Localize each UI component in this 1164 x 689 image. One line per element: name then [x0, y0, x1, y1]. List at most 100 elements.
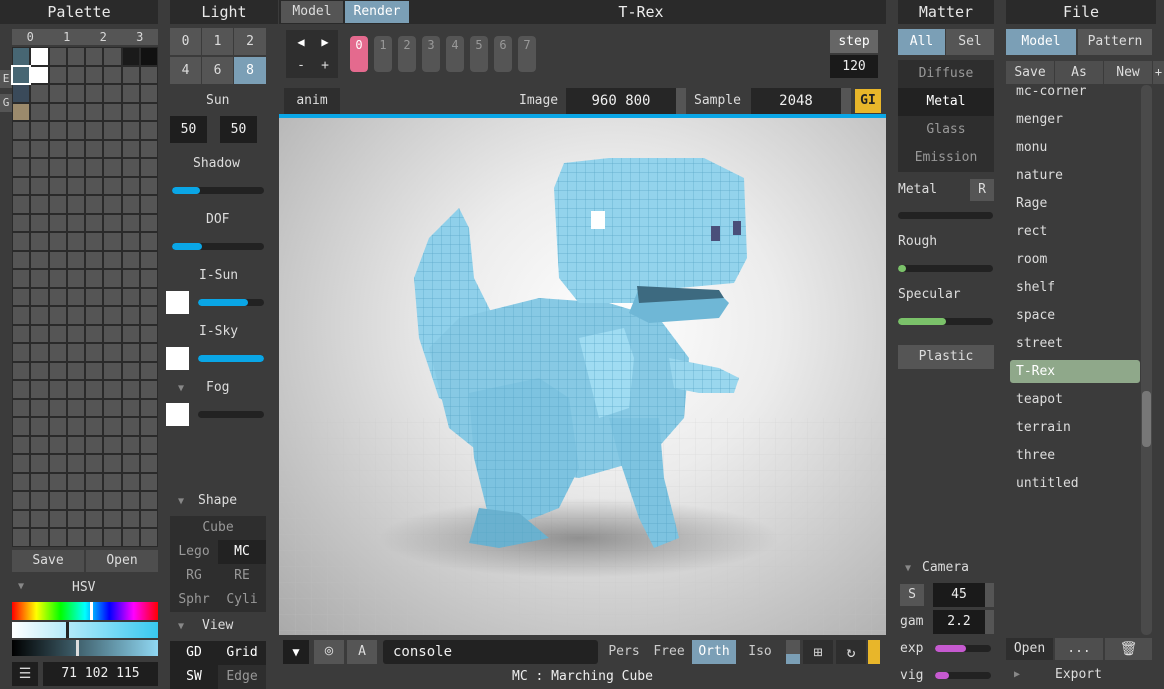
- file-model-tab[interactable]: Model: [1006, 29, 1076, 55]
- add-frame-button[interactable]: +: [315, 56, 335, 76]
- palette-swatch[interactable]: [122, 48, 139, 65]
- palette-swatch[interactable]: [140, 307, 157, 324]
- palette-swatch[interactable]: [13, 122, 30, 139]
- step-button[interactable]: step: [830, 30, 878, 53]
- palette-swatch[interactable]: [86, 362, 103, 379]
- frame-chip-5[interactable]: 5: [470, 36, 488, 72]
- palette-swatch[interactable]: [104, 399, 121, 416]
- palette-swatch[interactable]: [140, 473, 157, 490]
- file-more-button[interactable]: ...: [1055, 638, 1103, 660]
- palette-swatch[interactable]: [140, 196, 157, 213]
- palette-swatch[interactable]: [67, 381, 84, 398]
- palette-swatch[interactable]: [31, 103, 48, 120]
- palette-swatch[interactable]: [67, 455, 84, 472]
- palette-swatch[interactable]: [122, 159, 139, 176]
- palette-swatch[interactable]: [49, 455, 66, 472]
- palette-swatch[interactable]: [104, 381, 121, 398]
- palette-grid[interactable]: [10, 47, 158, 547]
- file-list-item[interactable]: mc-corner: [1006, 85, 1140, 106]
- console-input[interactable]: console: [383, 640, 598, 664]
- palette-swatch[interactable]: [86, 455, 103, 472]
- palette-swatch[interactable]: [13, 473, 30, 490]
- palette-swatch[interactable]: [140, 325, 157, 342]
- sun-a-field[interactable]: 50: [170, 116, 207, 143]
- fog-collapse-icon[interactable]: ▼: [178, 383, 184, 394]
- palette-swatch[interactable]: [67, 399, 84, 416]
- palette-swatch[interactable]: [104, 140, 121, 157]
- palette-swatch[interactable]: [104, 473, 121, 490]
- palette-swatch[interactable]: [49, 48, 66, 65]
- palette-swatch[interactable]: [67, 529, 84, 546]
- palette-swatch[interactable]: [104, 233, 121, 250]
- palette-swatch[interactable]: [67, 103, 84, 120]
- palette-swatch[interactable]: [104, 344, 121, 361]
- palette-swatch[interactable]: [104, 159, 121, 176]
- palette-swatch[interactable]: [67, 492, 84, 509]
- palette-swatch[interactable]: [140, 492, 157, 509]
- palette-swatch[interactable]: [122, 270, 139, 287]
- mode-orth[interactable]: Orth: [692, 640, 736, 664]
- palette-swatch[interactable]: [67, 140, 84, 157]
- palette-swatch[interactable]: [122, 103, 139, 120]
- palette-swatch[interactable]: [31, 196, 48, 213]
- palette-swatch[interactable]: [140, 455, 157, 472]
- shadow-slider[interactable]: [172, 187, 264, 194]
- dof-slider[interactable]: [172, 243, 264, 250]
- palette-swatch[interactable]: [31, 492, 48, 509]
- palette-swatch[interactable]: [13, 325, 30, 342]
- gi-toggle[interactable]: GI: [855, 89, 881, 113]
- palette-swatch[interactable]: [31, 177, 48, 194]
- shape-collapse-icon[interactable]: ▼: [178, 496, 184, 507]
- palette-swatch[interactable]: [67, 85, 84, 102]
- palette-swatch[interactable]: [104, 177, 121, 194]
- palette-side-g[interactable]: G: [0, 94, 12, 112]
- palette-swatch[interactable]: [49, 85, 66, 102]
- palette-swatch[interactable]: [104, 251, 121, 268]
- palette-swatch[interactable]: [86, 140, 103, 157]
- hue-marker[interactable]: [90, 602, 93, 620]
- palette-swatch[interactable]: [86, 270, 103, 287]
- palette-swatch[interactable]: [13, 48, 30, 65]
- palette-swatch[interactable]: [49, 140, 66, 157]
- palette-swatch[interactable]: [13, 233, 30, 250]
- file-list-item[interactable]: T-Rex: [1010, 360, 1140, 383]
- palette-swatch[interactable]: [49, 122, 66, 139]
- palette-swatch[interactable]: [122, 362, 139, 379]
- palette-swatch[interactable]: [31, 233, 48, 250]
- palette-swatch[interactable]: [122, 251, 139, 268]
- mode-free[interactable]: Free: [649, 640, 689, 664]
- palette-swatch[interactable]: [49, 399, 66, 416]
- palette-swatch[interactable]: [49, 510, 66, 527]
- palette-swatch[interactable]: [86, 492, 103, 509]
- palette-swatch[interactable]: [122, 140, 139, 157]
- camera-snapshot-icon[interactable]: ⌾: [314, 640, 344, 664]
- palette-swatch[interactable]: [31, 436, 48, 453]
- palette-swatch[interactable]: [86, 251, 103, 268]
- prev-frame-icon[interactable]: ◀: [291, 32, 311, 52]
- a-button[interactable]: A: [347, 640, 377, 664]
- rgb-value-field[interactable]: 71 102 115: [43, 662, 158, 686]
- palette-swatch[interactable]: [86, 103, 103, 120]
- camera-s-button[interactable]: S: [900, 584, 924, 606]
- vig-slider[interactable]: [935, 672, 991, 679]
- palette-swatch[interactable]: [86, 48, 103, 65]
- palette-swatch[interactable]: [104, 48, 121, 65]
- palette-swatch[interactable]: [31, 510, 48, 527]
- frame-chip-1[interactable]: 1: [374, 36, 392, 72]
- palette-swatch[interactable]: [13, 455, 30, 472]
- palette-swatch[interactable]: [13, 270, 30, 287]
- isun-color-swatch[interactable]: [166, 291, 189, 314]
- palette-swatch[interactable]: [140, 529, 157, 546]
- palette-swatch[interactable]: [31, 122, 48, 139]
- view-grid-toggle[interactable]: Grid: [218, 641, 266, 665]
- palette-swatch[interactable]: [140, 103, 157, 120]
- palette-col-2[interactable]: 2: [85, 29, 122, 45]
- palette-swatch[interactable]: [140, 270, 157, 287]
- palette-swatch[interactable]: [104, 418, 121, 435]
- sample-field[interactable]: 2048: [751, 88, 841, 114]
- palette-swatch[interactable]: [31, 418, 48, 435]
- palette-swatch[interactable]: [140, 159, 157, 176]
- palette-swatch[interactable]: [122, 473, 139, 490]
- palette-swatch[interactable]: [104, 85, 121, 102]
- fog-slider[interactable]: [198, 411, 264, 418]
